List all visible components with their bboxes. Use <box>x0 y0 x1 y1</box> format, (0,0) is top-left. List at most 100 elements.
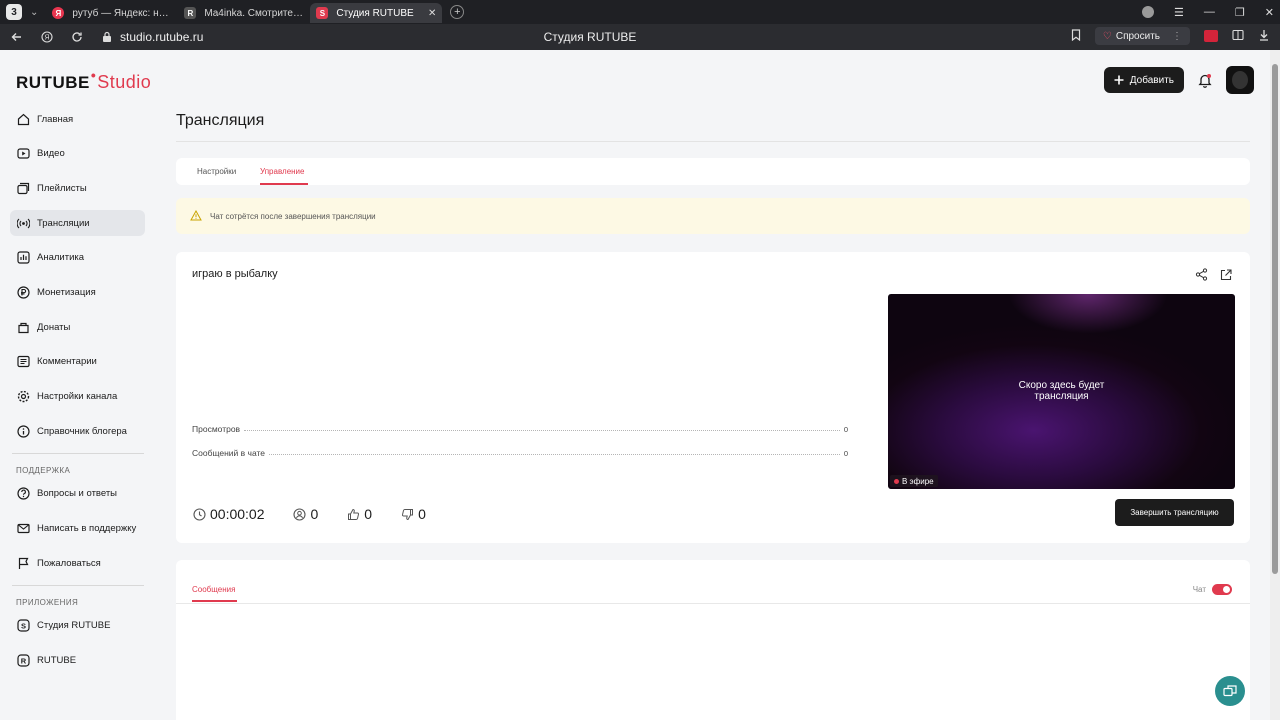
scrollbar-thumb[interactable] <box>1272 64 1278 574</box>
open-external-icon[interactable] <box>1220 268 1232 286</box>
sidebar-item-video[interactable]: Видео <box>10 141 145 167</box>
analytics-icon <box>16 251 30 265</box>
sidebar-divider <box>12 584 144 586</box>
question-icon <box>16 487 30 501</box>
tab-settings[interactable]: Настройки <box>197 167 236 176</box>
sidebar-item-contact-support[interactable]: Написать в поддержку <box>10 516 145 542</box>
sidebar-item-channel-settings[interactable]: Настройки канала <box>10 384 145 410</box>
stream-preview[interactable]: Скоро здесь будет трансляция В эфире <box>888 294 1235 489</box>
thumbs-up-icon <box>346 507 360 521</box>
warning-text: Чат сотрётся после завершения трансляции <box>210 211 376 221</box>
chat-messages-stat-row: Сообщений в чате 0 <box>192 446 848 458</box>
share-icon[interactable] <box>1195 268 1208 286</box>
browser-tab-ma4inka[interactable]: R Ma4inka. Смотрите виде… <box>178 3 310 23</box>
tab-management[interactable]: Управление <box>260 167 304 176</box>
bookmark-icon[interactable] <box>1071 28 1081 44</box>
header-actions: Добавить <box>1103 66 1254 94</box>
ruble-icon <box>16 285 30 299</box>
browser-tab-studio[interactable]: S Студия RUTUBE ✕ <box>310 3 443 23</box>
video-icon <box>16 147 30 161</box>
user-avatar[interactable] <box>1226 66 1254 94</box>
chat-toggle-switch[interactable] <box>1212 584 1232 595</box>
chat-divider <box>176 603 1250 604</box>
close-tab-icon[interactable]: ✕ <box>428 8 436 19</box>
address-bar-actions: ♡ Спросить ⋮ <box>1071 27 1270 45</box>
sidebar-item-report[interactable]: Пожаловаться <box>10 550 145 576</box>
studio-page: RUTUBE • Studio Добавить Главная Видео П… <box>0 50 1280 720</box>
ask-ai-button[interactable]: ♡ Спросить ⋮ <box>1094 27 1190 45</box>
sidebar-item-label: Справочник блогера <box>37 425 127 437</box>
sidebar-item-faq[interactable]: Вопросы и ответы <box>10 481 145 507</box>
logo-rutube-text: RUTUBE <box>16 73 90 92</box>
stream-actions <box>1195 268 1232 286</box>
clock-icon <box>192 507 206 521</box>
more-icon[interactable]: ⋮ <box>1172 31 1182 42</box>
chat-toggle-label: Чат <box>1192 585 1206 594</box>
viewers-value: 0 <box>310 506 319 522</box>
sidebar-item-broadcasts[interactable]: Трансляции <box>10 210 145 237</box>
notifications-bell-icon[interactable] <box>1196 71 1214 89</box>
sidebar-item-label: Аналитика <box>37 252 85 264</box>
rutube-studio-logo[interactable]: RUTUBE • Studio <box>16 67 152 93</box>
sidebar-item-home[interactable]: Главная <box>10 106 145 132</box>
yandex-home-icon[interactable]: Я <box>40 30 54 44</box>
reload-icon[interactable] <box>70 30 84 44</box>
sidebar-item-label: Плейлисты <box>37 182 87 194</box>
add-button-label: Добавить <box>1129 74 1174 86</box>
end-broadcast-button[interactable]: Завершить трансляцию <box>1115 499 1234 526</box>
active-tab-underline <box>260 183 308 185</box>
timer-metric: 00:00:02 <box>192 506 265 522</box>
reader-icon[interactable] <box>1232 29 1244 44</box>
address-bar: Я studio.rutube.ru Студия RUTUBE ♡ Спрос… <box>0 24 1280 50</box>
ask-label: Спросить <box>1115 30 1160 42</box>
download-icon[interactable] <box>1258 29 1270 44</box>
yandex-favicon-icon: Я <box>52 7 65 19</box>
profile-badge[interactable]: 3 <box>6 4 22 20</box>
sidebar-item-analytics[interactable]: Аналитика <box>10 245 145 271</box>
sidebar-item-monetization[interactable]: Монетизация <box>10 279 145 305</box>
sidebar-item-playlists[interactable]: Плейлисты <box>10 175 145 201</box>
chat-toggle-group: Чат <box>1193 584 1232 595</box>
thumbs-down-icon <box>400 507 414 521</box>
sidebar-item-donations[interactable]: Донаты <box>10 314 145 340</box>
support-chat-button[interactable] <box>1215 676 1245 706</box>
apps-section-title: ПРИЛОЖЕНИЯ <box>16 597 79 607</box>
tabs-menu-chevron-icon[interactable]: ⌄ <box>30 7 38 18</box>
browser-tab-yandex[interactable]: Я рутуб — Яндекс: нашлось <box>46 3 178 23</box>
sidebar-item-rutube-app[interactable]: R RUTUBE <box>10 648 145 674</box>
lock-icon <box>100 30 114 44</box>
chat-bubbles-icon <box>1223 685 1237 697</box>
sidebar-divider <box>12 452 144 454</box>
maximize-icon[interactable]: ❐ <box>1235 6 1245 19</box>
menu-icon[interactable]: ☰ <box>1174 6 1184 19</box>
new-tab-button[interactable]: + <box>450 5 465 19</box>
page-scrollbar[interactable] <box>1270 50 1280 720</box>
account-icon[interactable] <box>1142 6 1155 18</box>
sidebar-item-comments[interactable]: Комментарии <box>10 349 145 375</box>
extension-icon[interactable] <box>1204 30 1218 42</box>
viewers-metric: 0 <box>293 506 319 522</box>
add-button[interactable]: Добавить <box>1103 67 1184 93</box>
broadcast-icon <box>16 216 30 230</box>
views-stat-row: Просмотров 0 <box>192 422 848 434</box>
close-window-icon[interactable]: ✕ <box>1265 6 1274 19</box>
url-field[interactable]: studio.rutube.ru <box>120 30 203 44</box>
chat-warning-banner: Чат сотрётся после завершения трансляции <box>176 198 1250 234</box>
sidebar-item-blogger-guide[interactable]: Справочник блогера <box>10 418 145 444</box>
chat-messages-value: 0 <box>843 449 848 458</box>
window-controls: ☰ — ❐ ✕ <box>1142 0 1274 24</box>
studio-favicon-icon: S <box>316 7 329 19</box>
logo-studio-text: Studio <box>97 72 152 92</box>
sidebar-nav: Главная Видео Плейлисты Трансляции Анали… <box>10 106 145 682</box>
sidebar-item-label: Видео <box>37 148 65 160</box>
sidebar-item-label: Пожаловаться <box>37 557 101 569</box>
tab-label: Студия RUTUBE <box>336 7 414 19</box>
tab-messages[interactable]: Сообщения <box>192 585 235 594</box>
broadcast-tabs: Настройки Управление <box>176 158 1250 185</box>
preview-placeholder: Скоро здесь будет трансляция <box>888 380 1235 402</box>
likes-metric: 0 <box>346 506 372 522</box>
minimize-icon[interactable]: — <box>1204 6 1215 18</box>
sidebar-item-label: Студия RUTUBE <box>37 620 111 632</box>
sidebar-item-studio-app[interactable]: S Студия RUTUBE <box>10 613 145 639</box>
back-arrow-icon[interactable] <box>10 30 24 44</box>
